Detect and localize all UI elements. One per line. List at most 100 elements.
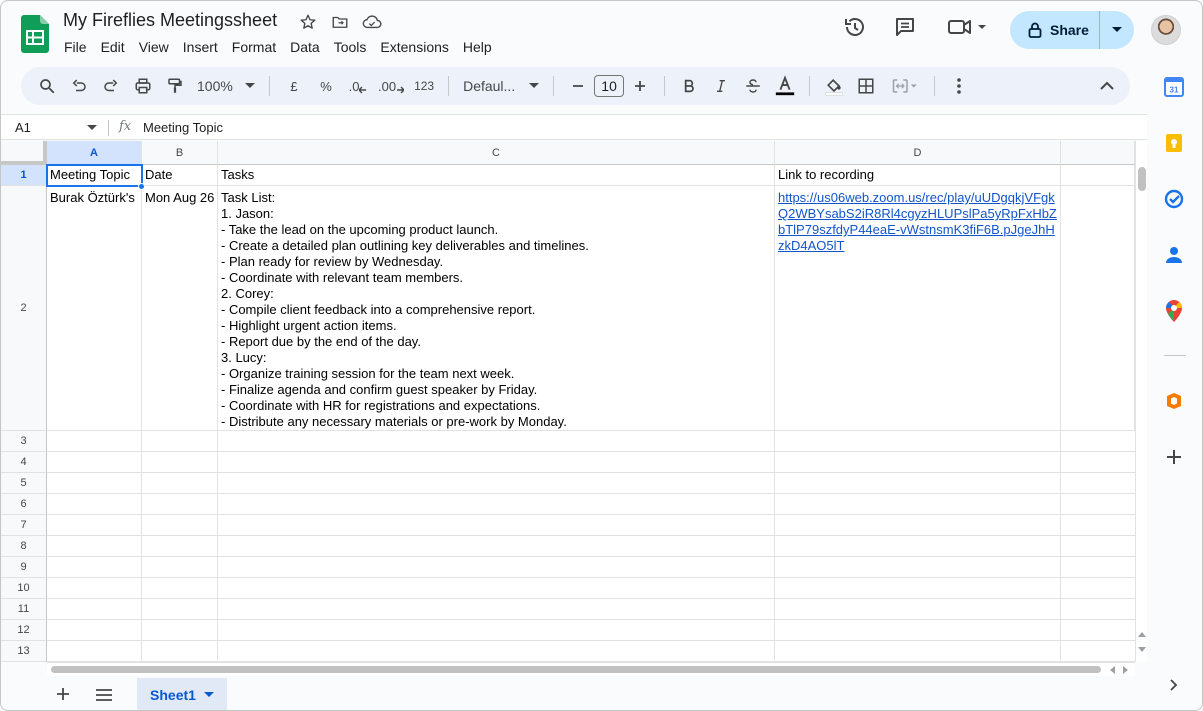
row-header-10[interactable]: 10 — [1, 578, 47, 599]
decrease-font-size-icon[interactable] — [564, 72, 592, 100]
undo-icon[interactable] — [65, 72, 93, 100]
row-header-11[interactable]: 11 — [1, 599, 47, 620]
cell-d1[interactable]: Link to recording — [775, 165, 1061, 186]
toolbar-divider — [809, 76, 811, 96]
fill-handle[interactable] — [138, 183, 145, 190]
cell-a2[interactable]: Burak Öztürk's — [47, 186, 142, 431]
menu-extensions[interactable]: Extensions — [373, 37, 455, 57]
print-icon[interactable] — [129, 72, 157, 100]
borders-icon[interactable] — [852, 72, 880, 100]
decrease-decimal-button[interactable]: .0 — [344, 72, 372, 100]
more-formats-button[interactable]: 123 — [410, 72, 438, 100]
scroll-right-icon[interactable] — [1123, 666, 1129, 674]
row-header-2[interactable]: 2 — [1, 186, 47, 431]
zoom-select[interactable]: 100% — [193, 72, 259, 100]
meet-video-icon[interactable] — [947, 15, 989, 44]
row-header-5[interactable]: 5 — [1, 473, 47, 494]
cell-b1[interactable]: Date — [142, 165, 218, 186]
menu-data[interactable]: Data — [283, 37, 327, 57]
history-icon[interactable] — [843, 15, 867, 44]
cell-e1[interactable] — [1061, 165, 1135, 186]
vertical-scroll-thumb[interactable] — [1138, 167, 1146, 191]
italic-icon[interactable] — [707, 72, 735, 100]
menu-insert[interactable]: Insert — [176, 37, 225, 57]
cell-c2[interactable]: Task List: 1. Jason: - Take the lead on … — [218, 186, 775, 431]
cell-b2[interactable]: Mon Aug 26 — [142, 186, 218, 431]
strikethrough-icon[interactable] — [739, 72, 767, 100]
cell-a1[interactable]: Meeting Topic — [47, 165, 142, 186]
increase-font-size-icon[interactable] — [626, 72, 654, 100]
menu-file[interactable]: File — [57, 37, 94, 57]
merge-cells-icon[interactable] — [884, 72, 924, 100]
scroll-up-icon[interactable] — [1138, 631, 1146, 637]
keep-icon[interactable] — [1162, 131, 1186, 155]
collapse-menus-icon[interactable] — [1093, 72, 1121, 100]
tasks-icon[interactable] — [1162, 187, 1186, 211]
format-currency-button[interactable]: £ — [280, 72, 308, 100]
star-icon[interactable] — [297, 11, 319, 33]
formula-input[interactable]: Meeting Topic — [143, 120, 223, 135]
cell-c1[interactable]: Tasks — [218, 165, 775, 186]
more-options-icon[interactable] — [945, 72, 973, 100]
format-percent-button[interactable]: % — [312, 72, 340, 100]
text-color-icon[interactable] — [771, 72, 799, 100]
paint-format-icon[interactable] — [161, 72, 189, 100]
row-header-3[interactable]: 3 — [1, 431, 47, 452]
row-header-12[interactable]: 12 — [1, 620, 47, 641]
redo-icon[interactable] — [97, 72, 125, 100]
sheet-tab-sheet1[interactable]: Sheet1 — [137, 678, 227, 710]
select-all-corner[interactable] — [1, 141, 47, 165]
horizontal-scroll-thumb[interactable] — [51, 666, 1101, 673]
comments-icon[interactable] — [893, 15, 917, 44]
name-box[interactable]: A1 — [15, 120, 99, 135]
chevron-right-icon[interactable] — [1162, 673, 1186, 697]
all-sheets-icon[interactable] — [96, 688, 112, 706]
add-icon[interactable] — [1162, 445, 1186, 469]
scroll-left-icon[interactable] — [1109, 666, 1115, 674]
row-header-8[interactable]: 8 — [1, 536, 47, 557]
fill-color-icon[interactable] — [820, 72, 848, 100]
share-dropdown-icon[interactable] — [1100, 27, 1134, 33]
bold-icon[interactable] — [675, 72, 703, 100]
share-button[interactable]: Share — [1010, 11, 1134, 49]
row-header-13[interactable]: 13 — [1, 641, 47, 662]
row-header-1[interactable]: 1 — [1, 165, 47, 186]
formula-bar: A1 fx Meeting Topic — [1, 114, 1147, 140]
move-folder-icon[interactable] — [329, 11, 351, 33]
search-menus-icon[interactable] — [33, 72, 61, 100]
vertical-scrollbar[interactable] — [1135, 141, 1147, 662]
calendar-icon[interactable]: 31 — [1162, 75, 1186, 99]
chevron-down-icon[interactable] — [203, 692, 214, 698]
avatar[interactable] — [1151, 15, 1181, 45]
font-select[interactable]: Defaul... — [459, 72, 543, 100]
horizontal-scrollbar[interactable] — [47, 662, 1135, 676]
column-header-e[interactable] — [1061, 141, 1135, 165]
scroll-down-icon[interactable] — [1138, 647, 1146, 653]
row-header-7[interactable]: 7 — [1, 515, 47, 536]
menu-view[interactable]: View — [132, 37, 176, 57]
font-size-input[interactable]: 10 — [594, 75, 625, 97]
sheets-logo-icon[interactable] — [21, 15, 49, 53]
increase-decimal-button[interactable]: .00 — [376, 72, 406, 100]
row-header-6[interactable]: 6 — [1, 494, 47, 515]
column-header-d[interactable]: D — [775, 141, 1061, 165]
contacts-icon[interactable] — [1162, 243, 1186, 267]
menu-help[interactable]: Help — [456, 37, 499, 57]
column-header-a[interactable]: A — [47, 141, 142, 165]
office-icon[interactable] — [1162, 389, 1186, 413]
share-label: Share — [1050, 22, 1089, 38]
menu-edit[interactable]: Edit — [94, 37, 132, 57]
row-header-4[interactable]: 4 — [1, 452, 47, 473]
column-header-b[interactable]: B — [142, 141, 218, 165]
cell-d2-recording-link[interactable]: https://us06web.zoom.us/rec/play/uUDgqkj… — [775, 186, 1061, 431]
add-sheet-icon[interactable] — [56, 687, 70, 706]
document-title[interactable]: My Fireflies Meetingssheet — [63, 10, 277, 31]
menu-format[interactable]: Format — [225, 37, 283, 57]
row-header-9[interactable]: 9 — [1, 557, 47, 578]
cell-e2[interactable] — [1061, 186, 1135, 431]
menu-tools[interactable]: Tools — [327, 37, 374, 57]
maps-icon[interactable] — [1162, 299, 1186, 323]
column-header-c[interactable]: C — [218, 141, 775, 165]
chevron-down-icon — [245, 83, 255, 88]
cloud-saved-icon[interactable] — [361, 11, 383, 33]
